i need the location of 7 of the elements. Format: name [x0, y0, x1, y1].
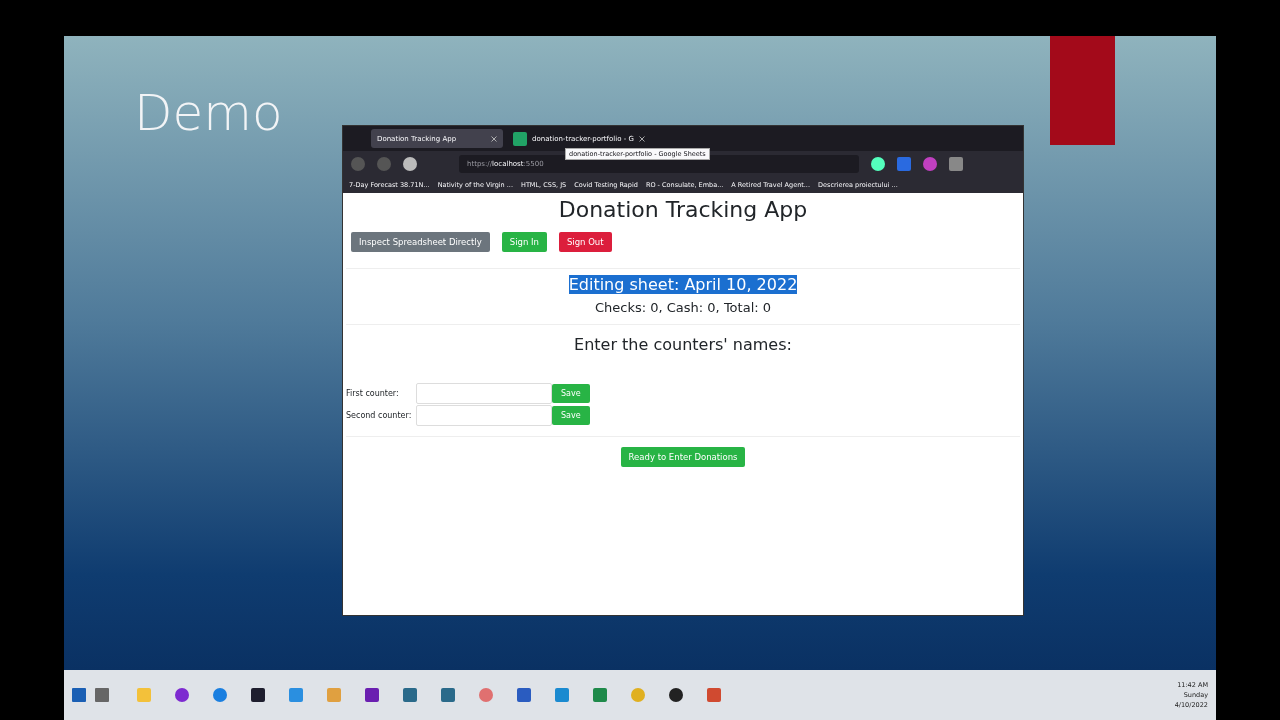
page-title: Donation Tracking App — [557, 197, 809, 222]
sheet-heading: Editing sheet: April 10, 2022 — [568, 275, 798, 294]
slide-title: Demo — [134, 84, 283, 142]
totals-text: Checks: 0, Cash: 0, Total: 0 — [593, 300, 773, 315]
prompt-heading: Enter the counters' names: — [573, 335, 793, 354]
field-label: Second counter: — [346, 411, 413, 420]
field-label: First counter: — [346, 389, 400, 398]
